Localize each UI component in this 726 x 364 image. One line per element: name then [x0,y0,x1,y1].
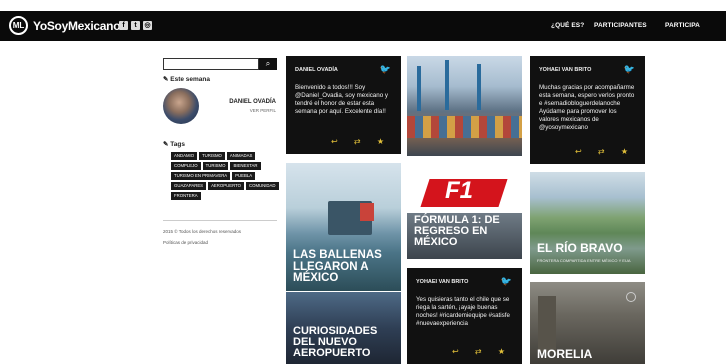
site-logo-text[interactable]: YoSoyMexicano [33,19,121,33]
tag[interactable]: TURISMO [202,162,229,170]
tag[interactable]: TURISMO EN PRIMAVERA [171,172,231,180]
tweet-actions[interactable]: ↩ ⇄ ★ [331,137,391,146]
crane-shape [417,66,421,111]
instagram-icon[interactable]: ◎ [143,21,152,30]
tweet-author[interactable]: DANIEL OVADÍA [295,67,338,73]
tags-heading: ✎ Tags [163,141,185,148]
facebook-icon[interactable]: f [119,21,128,30]
article-title[interactable]: CURIOSIDADES DEL NUEVO AEROPUERTO [293,326,401,359]
copyright-note: 2015 © Todos los derechos reservados [163,229,242,234]
twitter-icon[interactable]: t [131,21,140,30]
person-shape [360,203,374,221]
tower-shape [538,296,556,352]
article-card-formula[interactable]: F1 FÓRMULA 1: DE REGRESO EN MÉXICO [407,163,522,259]
tag[interactable]: FRONTERA [171,192,201,200]
author-heading: ✎ Este semana [163,76,210,83]
tweet-author[interactable]: YOHAEI VAN BRITO [416,279,468,285]
author-profile-link[interactable]: VER PERFIL [208,108,276,113]
tweet-card[interactable]: DANIEL OVADÍA 🐦 Bienvenido a todos!!! So… [286,56,401,154]
tweet-card[interactable]: YOHAEI VAN BRITO 🐦 Yes quisieras tanto e… [407,268,522,364]
f1-logo-text: F1 [445,177,474,204]
tag[interactable]: GUAZAPARES [171,182,207,190]
containers-shape [407,116,522,138]
nav-participa[interactable]: PARTICIPA [665,22,700,29]
nav-participantes[interactable]: PARTICIPANTES [594,22,647,29]
tag[interactable]: COMPLEJO [171,162,201,170]
twitter-icon: 🐦 [623,64,635,74]
article-title[interactable]: FÓRMULA 1: DE REGRESO EN MÉXICO [414,215,522,248]
twitter-icon: 🐦 [379,64,391,74]
tweet-actions[interactable]: ↩ ⇄ ★ [452,347,512,356]
tweet-author[interactable]: YOHAEI VAN BRITO [539,67,591,73]
twitter-icon: 🐦 [500,276,512,286]
tag[interactable]: PUEBLA [232,172,256,180]
tweet-actions[interactable]: ↩ ⇄ ★ [575,147,635,156]
article-card-aeropuerto[interactable]: CURIOSIDADES DEL NUEVO AEROPUERTO [286,292,401,364]
search-button[interactable]: ⌕ [259,58,277,70]
article-card-ballenas[interactable]: LAS BALLENAS LLEGARON A MÉXICO [286,163,401,291]
tag[interactable]: ANDAMIO [171,152,198,160]
tweet-text: Yes quisieras tanto el chile que se rieg… [416,296,510,327]
article-subtitle: FRONTERA COMPARTIDA ENTRE MÉXICO Y EUA [537,258,631,263]
tag[interactable]: ANIMADAS [226,152,256,160]
top-navigation-bar: ML YoSoyMexicano f t ◎ ¿QUÉ ES? PARTICIP… [0,11,726,41]
article-card-morelia[interactable]: MORELIA [530,282,645,364]
crane-shape [477,64,481,110]
tag[interactable]: AEROPUERTO [208,182,244,190]
tweet-card[interactable]: YOHAEI VAN BRITO 🐦 Muchas gracias por ac… [530,56,645,164]
info-icon[interactable] [626,292,636,302]
port-photo-card[interactable] [407,56,522,156]
avatar[interactable] [163,88,199,124]
article-title[interactable]: MORELIA [537,348,645,360]
logo-icon[interactable]: ML [9,16,28,35]
crane-shape [445,60,449,110]
article-title[interactable]: LAS BALLENAS LLEGARON A MÉXICO [293,249,401,285]
tag[interactable]: BIENESTAR [230,162,261,170]
article-title[interactable]: EL RÍO BRAVO [537,242,645,254]
tag[interactable]: COMUNIDAD [246,182,279,190]
tag-list: ANDAMIO TURISMO ANIMADAS COMPLEJO TURISM… [171,152,279,200]
author-name[interactable]: DANIEL OVADÍA [208,99,276,105]
sidebar-divider [163,220,277,221]
tag[interactable]: TURISMO [199,152,225,160]
privacy-link[interactable]: Políticas de privacidad [163,240,208,245]
nav-que-es[interactable]: ¿QUÉ ES? [551,22,584,29]
tweet-text: Muchas gracias por acompañarme esta sema… [539,84,635,131]
tweet-text: Bienvenido a todos!!! Soy @Daniel_Ovadia… [295,84,388,115]
search-input[interactable] [163,58,259,70]
article-card-rio-bravo[interactable]: EL RÍO BRAVO FRONTERA COMPARTIDA ENTRE M… [530,172,645,274]
